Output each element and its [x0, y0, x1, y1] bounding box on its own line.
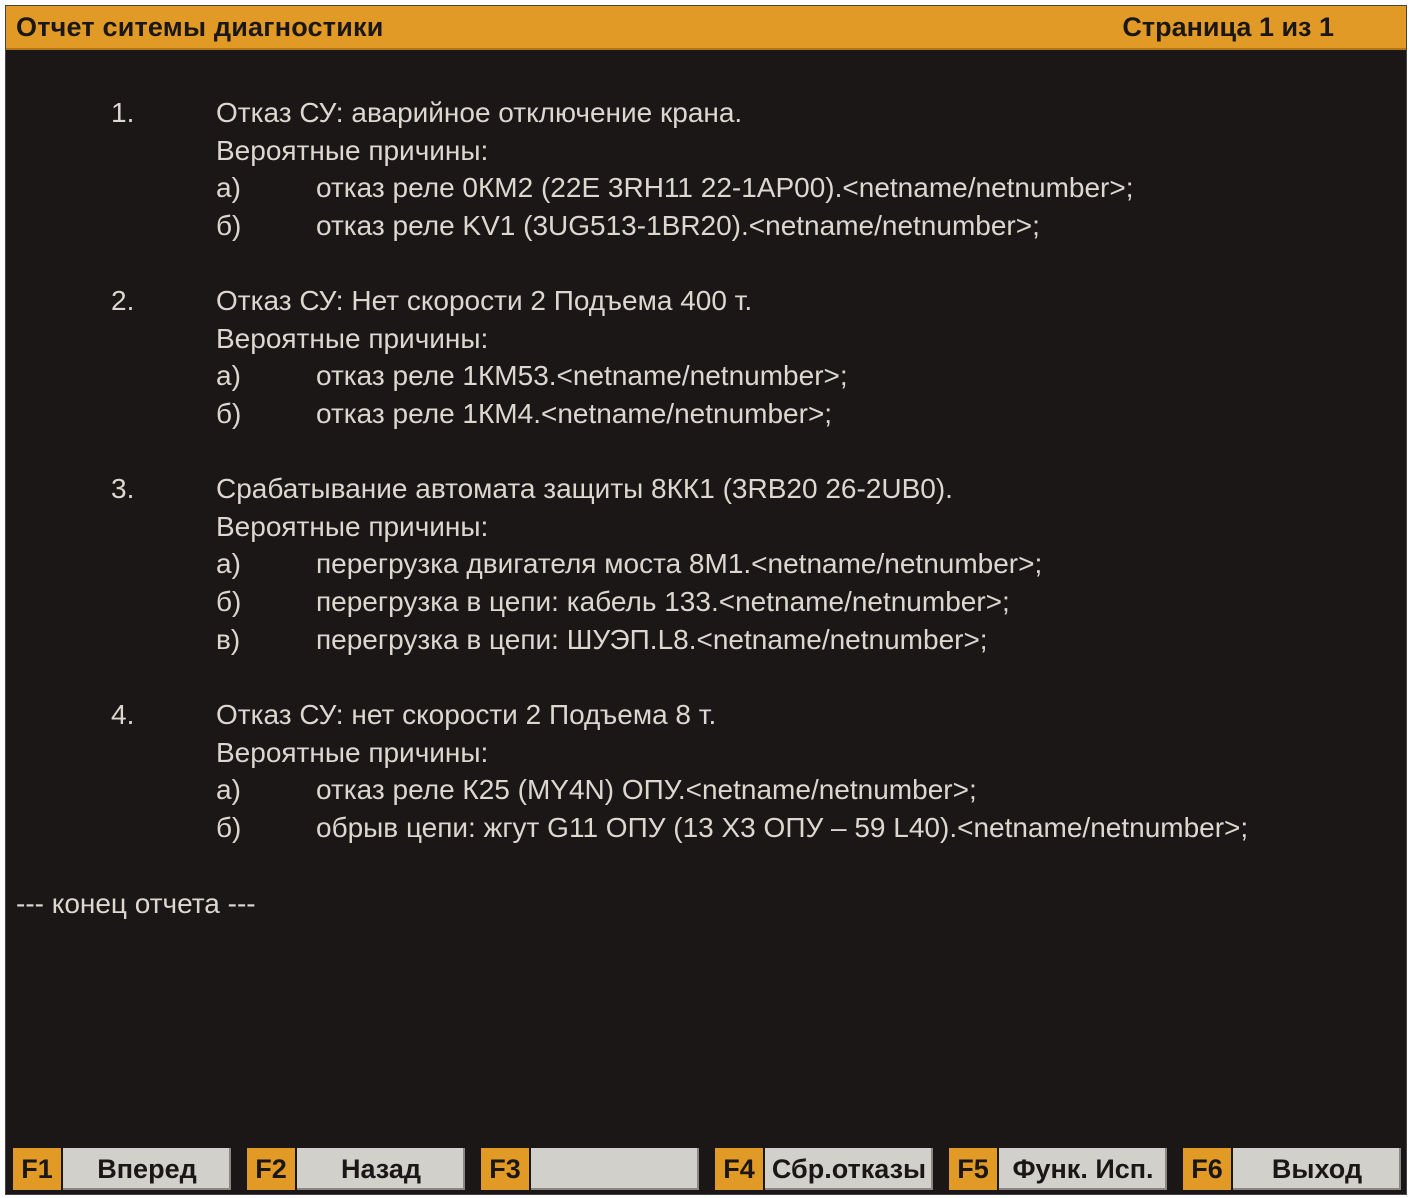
- report-end-marker: --- конец отчета ---: [16, 888, 256, 919]
- cause-letter: б): [216, 210, 242, 241]
- cause-letter: а): [216, 172, 241, 203]
- f3-button[interactable]: F3: [481, 1148, 699, 1190]
- fkey-label: Функ. Исп.: [999, 1148, 1167, 1190]
- cause-text: обрыв цепи: жгут G11 ОПУ (13 Х3 ОПУ – 59…: [316, 812, 1249, 843]
- causes-label: Вероятные причины:: [216, 737, 489, 768]
- cause-letter: б): [216, 812, 242, 843]
- cause-letter: а): [216, 774, 241, 805]
- fkey-code: F5: [949, 1148, 999, 1190]
- report-title: Отчет ситемы диагностики: [16, 12, 384, 42]
- f1-forward-button[interactable]: F1 Вперед: [13, 1148, 231, 1190]
- cause-text: перегрузка двигателя моста 8М1.<netname/…: [316, 548, 1043, 579]
- cause-letter: б): [216, 586, 242, 617]
- cause-letter: а): [216, 360, 241, 391]
- causes-label: Вероятные причины:: [216, 511, 489, 542]
- causes-label: Вероятные причины:: [216, 323, 489, 354]
- page-indicator: Страница 1 из 1: [1122, 12, 1334, 42]
- cause-text: отказ реле KV1 (3UG513-1BR20).<netname/n…: [316, 210, 1040, 241]
- entry-title: Срабатывание автомата защиты 8КК1 (3RB20…: [216, 473, 953, 504]
- f6-exit-button[interactable]: F6 Выход: [1183, 1148, 1401, 1190]
- diagnostics-screen: Отчет ситемы диагностики Страница 1 из 1…: [5, 5, 1407, 1195]
- fkey-label: Выход: [1233, 1148, 1401, 1190]
- cause-text: отказ реле 1КМ53.<netname/netnumber>;: [316, 360, 848, 391]
- fkey-label: Назад: [297, 1148, 465, 1190]
- cause-text: перегрузка в цепи: ШУЭП.L8.<netname/netn…: [316, 624, 988, 655]
- cause-text: отказ реле 0КМ2 (22E 3RH11 22-1AP00).<ne…: [316, 172, 1134, 203]
- fkey-label: [531, 1148, 699, 1190]
- f5-function-test-button[interactable]: F5 Функ. Исп.: [949, 1148, 1167, 1190]
- fkey-code: F6: [1183, 1148, 1233, 1190]
- entry-title: Отказ СУ: нет скорости 2 Подъема 8 т.: [216, 699, 717, 730]
- f2-back-button[interactable]: F2 Назад: [247, 1148, 465, 1190]
- function-key-bar: F1 Вперед F2 Назад F3 F4 Сбр.отказы F5 Ф…: [6, 1148, 1406, 1194]
- cause-letter: б): [216, 398, 242, 429]
- header-bar: Отчет ситемы диагностики Страница 1 из 1: [6, 6, 1406, 50]
- entry-number: 4.: [111, 699, 135, 730]
- causes-label: Вероятные причины:: [216, 135, 489, 166]
- entry-number: 1.: [111, 97, 135, 128]
- entry-title: Отказ СУ: Нет скорости 2 Подъема 400 т.: [216, 285, 753, 316]
- fkey-code: F2: [247, 1148, 297, 1190]
- fkey-code: F4: [715, 1148, 765, 1190]
- entry-title: Отказ СУ: аварийное отключение крана.: [216, 97, 743, 128]
- fkey-code: F3: [481, 1148, 531, 1190]
- entry-number: 3.: [111, 473, 135, 504]
- cause-letter: в): [216, 624, 241, 655]
- cause-text: перегрузка в цепи: кабель 133.<netname/n…: [316, 586, 1010, 617]
- fkey-label: Вперед: [63, 1148, 231, 1190]
- cause-letter: а): [216, 548, 241, 579]
- entry-number: 2.: [111, 285, 135, 316]
- f4-reset-faults-button[interactable]: F4 Сбр.отказы: [715, 1148, 933, 1190]
- fkey-label: Сбр.отказы: [765, 1148, 933, 1190]
- fkey-code: F1: [13, 1148, 63, 1190]
- cause-text: отказ реле 1КМ4.<netname/netnumber>;: [316, 398, 833, 429]
- cause-text: отказ реле К25 (MY4N) ОПУ.<netname/netnu…: [316, 774, 977, 805]
